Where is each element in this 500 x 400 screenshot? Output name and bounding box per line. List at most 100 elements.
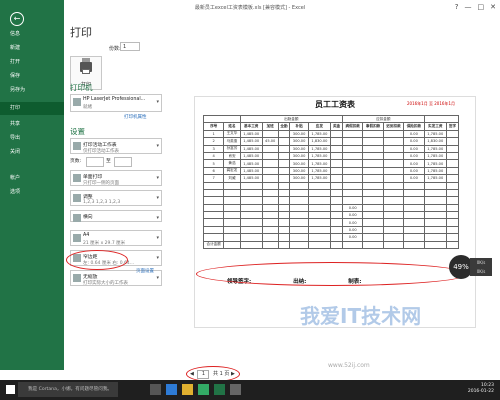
table-cell — [382, 151, 405, 161]
table-cell — [202, 203, 225, 213]
watermark-text: 我爱IT技术网 — [300, 304, 422, 328]
sides-dropdown[interactable]: 单面打印 只打印一侧的页面 ▾ — [70, 170, 162, 186]
setting-label: 无缩放 — [83, 275, 98, 280]
nav-close[interactable]: 关闭 — [0, 146, 64, 159]
table-header-cell: 迟到扣款 — [382, 122, 405, 131]
back-arrow-icon[interactable]: ← — [10, 12, 24, 26]
table-cell — [423, 240, 447, 250]
cortana-search[interactable]: 我是 Cortana，小娜。有问题尽管问我。 — [18, 382, 118, 397]
nav-export[interactable]: 导出 — [0, 132, 64, 145]
title-bar: 最新员工excel工资表模板.xls [兼容模式] - Excel ? — □ … — [0, 0, 500, 16]
nav-open[interactable]: 打开 — [0, 56, 64, 69]
table-cell: 4 — [202, 151, 225, 161]
table-cell: 0.00 — [403, 151, 425, 161]
table-group-cell — [203, 114, 241, 124]
edge-icon[interactable] — [166, 384, 177, 395]
table-cell: 1,485.00 — [239, 137, 263, 146]
table-cell: 0.00 — [342, 211, 364, 220]
table-cell — [445, 159, 460, 168]
table-cell — [330, 129, 344, 139]
printer-dropdown[interactable]: HP LaserJet Professional... 就绪 ▾ — [70, 94, 162, 112]
table-cell — [330, 181, 344, 190]
table-cell — [362, 233, 384, 242]
table-cell — [307, 181, 332, 190]
table-cell: 300.00 — [289, 159, 309, 168]
table-cell: 300.00 — [289, 174, 309, 183]
annotation-oval-margins — [66, 250, 128, 270]
payroll-table: 出勤金额 应扣金额 序号 姓名 基本工资 加班 全勤 补贴 应发 奖金 病假扣款 事假扣款 迟到扣款 保险… — [202, 114, 460, 250]
pages-to-label: 至 — [106, 159, 111, 164]
windows-start-icon[interactable] — [6, 385, 15, 394]
help-button[interactable]: ? — [455, 3, 459, 11]
table-cell: 0.00 — [342, 233, 364, 242]
nav-account[interactable]: 帐户 — [0, 172, 64, 185]
table-cell — [382, 203, 405, 213]
collate-dropdown[interactable]: 调整 1,2,3 1,2,3 1,2,3 ▾ — [70, 190, 162, 206]
table-cell — [382, 218, 405, 227]
landscape-icon — [73, 214, 81, 222]
maximize-button[interactable]: □ — [478, 3, 485, 11]
nav-info[interactable]: 信息 — [0, 28, 64, 41]
clock[interactable]: 10:23 2016-01-22 — [468, 383, 494, 395]
table-cell — [239, 211, 263, 220]
nav-print[interactable]: 打印 — [0, 102, 64, 115]
pages-range: 页数: 至 — [70, 157, 162, 167]
table-cell — [261, 211, 279, 220]
setting-label: 单面打印 — [83, 175, 103, 180]
nav-share[interactable]: 共享 — [0, 118, 64, 131]
orientation-dropdown[interactable]: 横向 ▾ — [70, 210, 162, 222]
nav-save-as[interactable]: 另存为 — [0, 84, 64, 97]
window-controls: ? — □ ✕ — [455, 3, 496, 11]
table-cell: 300.00 — [289, 151, 309, 161]
table-group-cell: 出勤金额 — [239, 114, 344, 124]
excel-icon[interactable] — [214, 384, 225, 395]
table-cell — [330, 188, 344, 198]
table-cell: 王文华 — [223, 129, 241, 139]
table-cell — [261, 196, 279, 205]
copies-input[interactable]: 1 — [120, 42, 140, 51]
pages-from-input[interactable] — [86, 157, 104, 167]
pages-to-input[interactable] — [114, 157, 132, 167]
scaling-icon — [73, 274, 81, 282]
task-view-icon[interactable] — [150, 384, 161, 395]
table-cell — [445, 225, 460, 235]
table-cell: 0.00 — [403, 137, 425, 146]
table-cell — [239, 233, 263, 242]
table-cell — [277, 166, 291, 176]
printer-name: HP LaserJet Professional... — [83, 97, 146, 102]
table-cell — [362, 174, 384, 183]
table-cell: 1,785.00 — [307, 174, 332, 183]
paper-size-dropdown[interactable]: A4 21 厘米 x 29.7 厘米 ▾ — [70, 230, 162, 246]
store-icon[interactable] — [198, 384, 209, 395]
nav-options[interactable]: 选项 — [0, 186, 64, 199]
table-cell — [330, 151, 344, 161]
table-cell — [277, 218, 291, 227]
nav-new[interactable]: 新建 — [0, 42, 64, 55]
table-row: 5 黄浩 1,485.00 300.00 1,785.00 0.00 1,785.00 — [202, 159, 460, 168]
table-row: 0.00 — [202, 211, 460, 220]
table-cell — [362, 225, 384, 235]
nav-save[interactable]: 保存 — [0, 70, 64, 83]
table-cell — [261, 218, 279, 227]
table-cell — [307, 203, 332, 213]
table-cell — [423, 233, 447, 242]
table-cell — [342, 137, 364, 146]
print-what-dropdown[interactable]: 打印活动工作表 仅打印活动工作表 ▾ — [70, 138, 162, 154]
table-cell: 1,785.00 — [307, 129, 332, 139]
table-cell: 1,485.00 — [239, 166, 263, 176]
table-group-header: 出勤金额 应扣金额 — [203, 114, 460, 124]
table-cell: 300.00 — [289, 137, 309, 146]
close-button[interactable]: ✕ — [490, 3, 496, 11]
page-setup-link[interactable]: 页面设置 — [136, 268, 154, 274]
table-row — [202, 196, 460, 205]
table-cell — [277, 196, 291, 205]
minimize-button[interactable]: — — [465, 3, 472, 11]
table-cell — [277, 151, 291, 161]
table-row — [202, 188, 460, 198]
printer-properties-link[interactable]: 打印机属性 — [124, 114, 147, 120]
table-cell — [277, 144, 291, 153]
table-cell — [239, 181, 263, 190]
table-row: 0.00 — [202, 218, 460, 227]
app-icon[interactable] — [230, 384, 241, 395]
explorer-icon[interactable] — [182, 384, 193, 395]
